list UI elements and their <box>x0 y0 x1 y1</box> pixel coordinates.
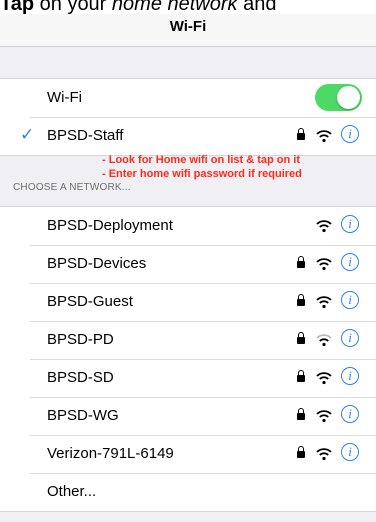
wifi-icon <box>316 410 332 423</box>
wifi-icon <box>316 372 332 385</box>
info-icon[interactable]: i <box>341 329 359 347</box>
wifi-icon <box>316 334 332 347</box>
network-name: BPSD-Devices <box>47 255 147 272</box>
lock-icon <box>297 128 305 140</box>
lock-icon <box>297 408 305 420</box>
network-name: BPSD-WG <box>47 407 119 424</box>
info-icon[interactable]: i <box>341 443 359 461</box>
wifi-icon <box>316 220 332 233</box>
instruction-bold: Tap <box>0 0 35 15</box>
lock-icon <box>297 332 305 344</box>
info-icon[interactable]: i <box>341 405 359 423</box>
network-row[interactable]: BPSD-PD i <box>0 321 376 359</box>
lock-icon <box>297 446 305 458</box>
page-title: Wi-Fi <box>169 18 207 35</box>
checkmark-icon: ✓ <box>20 125 35 144</box>
info-icon[interactable]: i <box>341 215 359 233</box>
wifi-icon <box>316 296 332 309</box>
wifi-icon <box>316 258 332 271</box>
info-icon[interactable]: i <box>341 125 359 143</box>
network-name: BPSD-Deployment <box>47 217 173 234</box>
network-row[interactable]: BPSD-Deployment i <box>0 207 376 245</box>
instruction-italic: home network <box>111 0 238 15</box>
lock-icon <box>297 256 305 268</box>
network-list: BPSD-Deployment i BPSD-Devices i BPSD-Gu… <box>0 206 376 512</box>
wifi-toggle-row: Wi-Fi <box>0 79 376 117</box>
network-name: BPSD-SD <box>47 369 114 386</box>
wifi-toggle-label: Wi-Fi <box>47 89 82 106</box>
network-name: Verizon-791L-6149 <box>47 445 174 462</box>
network-name: BPSD-PD <box>47 331 114 348</box>
network-row[interactable]: Verizon-791L-6149 i <box>0 435 376 473</box>
connected-network-row[interactable]: ✓ BPSD-Staff i <box>0 117 376 155</box>
info-icon[interactable]: i <box>341 367 359 385</box>
wifi-icon <box>316 130 332 143</box>
instruction-middle: on your <box>34 0 112 15</box>
section-header: CHOOSE A NETWORK... <box>13 182 131 193</box>
network-row[interactable]: BPSD-SD i <box>0 359 376 397</box>
wifi-status-group: Wi-Fi ✓ BPSD-Staff i <box>0 78 376 156</box>
toggle-knob <box>337 86 360 109</box>
instruction-end: and <box>237 0 277 15</box>
annotation-line-2: - Enter home wifi password if required <box>102 168 302 180</box>
lock-icon <box>297 370 305 382</box>
network-row[interactable]: BPSD-Guest i <box>0 283 376 321</box>
info-icon[interactable]: i <box>341 253 359 271</box>
info-icon[interactable]: i <box>341 291 359 309</box>
lock-icon <box>297 294 305 306</box>
network-row[interactable]: BPSD-WG i <box>0 397 376 435</box>
network-name: BPSD-Guest <box>47 293 133 310</box>
other-network-row[interactable]: Other... <box>0 473 376 511</box>
annotation-line-1: - Look for Home wifi on list & tap on it <box>102 154 300 166</box>
connected-network-name: BPSD-Staff <box>47 127 124 144</box>
network-row[interactable]: BPSD-Devices i <box>0 245 376 283</box>
navigation-bar: Wi-Fi <box>0 14 376 47</box>
wifi-icon <box>316 448 332 461</box>
wifi-toggle-switch[interactable] <box>315 84 362 111</box>
other-network-label: Other... <box>47 483 97 500</box>
